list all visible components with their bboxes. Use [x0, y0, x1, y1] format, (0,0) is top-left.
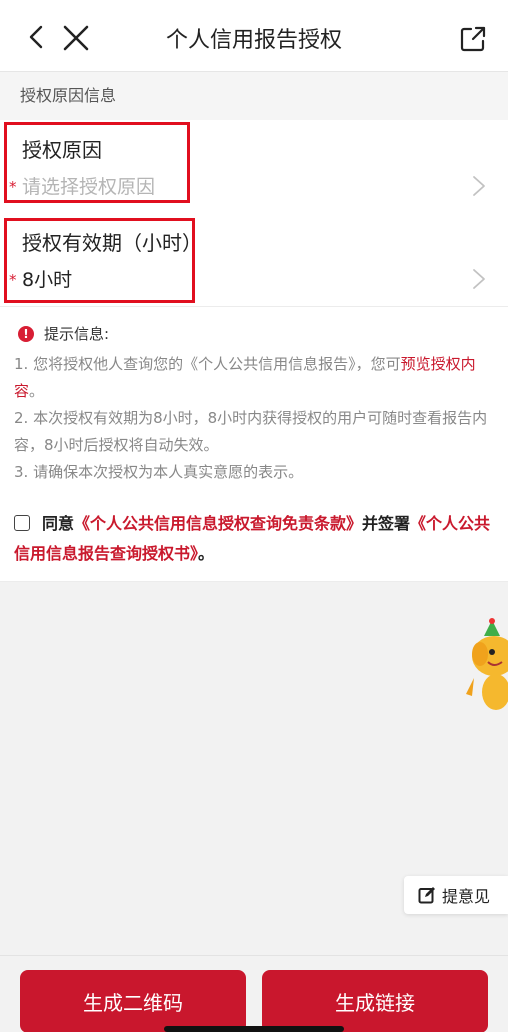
sign-text: 并签署: [362, 514, 411, 533]
share-icon[interactable]: [460, 26, 486, 52]
edit-icon: [418, 887, 435, 904]
generate-link-button[interactable]: 生成链接: [262, 970, 488, 1032]
auth-validity-field[interactable]: 授权有效期（小时） * 8小时: [0, 213, 508, 307]
agree-checkbox[interactable]: [14, 515, 30, 531]
disclaimer-terms-link[interactable]: 《个人公共信用信息授权查询免责条款》: [74, 514, 362, 533]
nav-bar: 个人信用报告授权: [0, 0, 508, 72]
agreement-row: 同意《个人公共信用信息授权查询免责条款》并签署《个人公共信用信息报告查询授权书》…: [14, 514, 491, 563]
auth-validity-label: 授权有效期（小时）: [22, 231, 202, 255]
auth-reason-field[interactable]: 授权原因 * 请选择授权原因: [0, 120, 508, 214]
chevron-right-icon: [473, 176, 485, 196]
auth-validity-value: 8小时: [22, 269, 73, 291]
bottom-action-bar: 生成二维码 生成链接: [0, 955, 508, 1032]
tips-title: 提示信息:: [44, 325, 110, 343]
tips-body: 1. 您将授权他人查询您的《个人公共信用信息报告》，您可预览授权内容。 2. 本…: [14, 351, 494, 486]
alert-icon: !: [18, 325, 34, 342]
chevron-right-icon: [473, 269, 485, 289]
feedback-button[interactable]: 提意见: [404, 876, 508, 914]
mascot-image[interactable]: [462, 614, 508, 714]
tip-line-2: 2. 本次授权有效期为8小时，8小时内获得授权的用户可随时查看报告内容，8小时后…: [14, 409, 488, 454]
auth-reason-label: 授权原因: [22, 138, 102, 162]
required-mark: *: [9, 178, 17, 196]
tip-line-3: 3. 请确保本次授权为本人真实意愿的表示。: [14, 463, 304, 481]
tip-line-1: 1. 您将授权他人查询您的《个人公共信用信息报告》，您可预览授权内容。: [14, 355, 476, 400]
tips-panel: ! 提示信息: 1. 您将授权他人查询您的《个人公共信用信息报告》，您可预览授权…: [0, 306, 508, 582]
section-label: 授权原因信息: [0, 72, 508, 120]
generate-qr-button[interactable]: 生成二维码: [20, 970, 246, 1032]
auth-reason-placeholder: 请选择授权原因: [22, 176, 156, 198]
page-title: 个人信用报告授权: [165, 28, 342, 53]
feedback-label: 提意见: [442, 887, 491, 906]
required-mark: *: [9, 271, 17, 289]
home-indicator: [164, 1026, 344, 1032]
agree-text: 同意: [42, 514, 75, 533]
